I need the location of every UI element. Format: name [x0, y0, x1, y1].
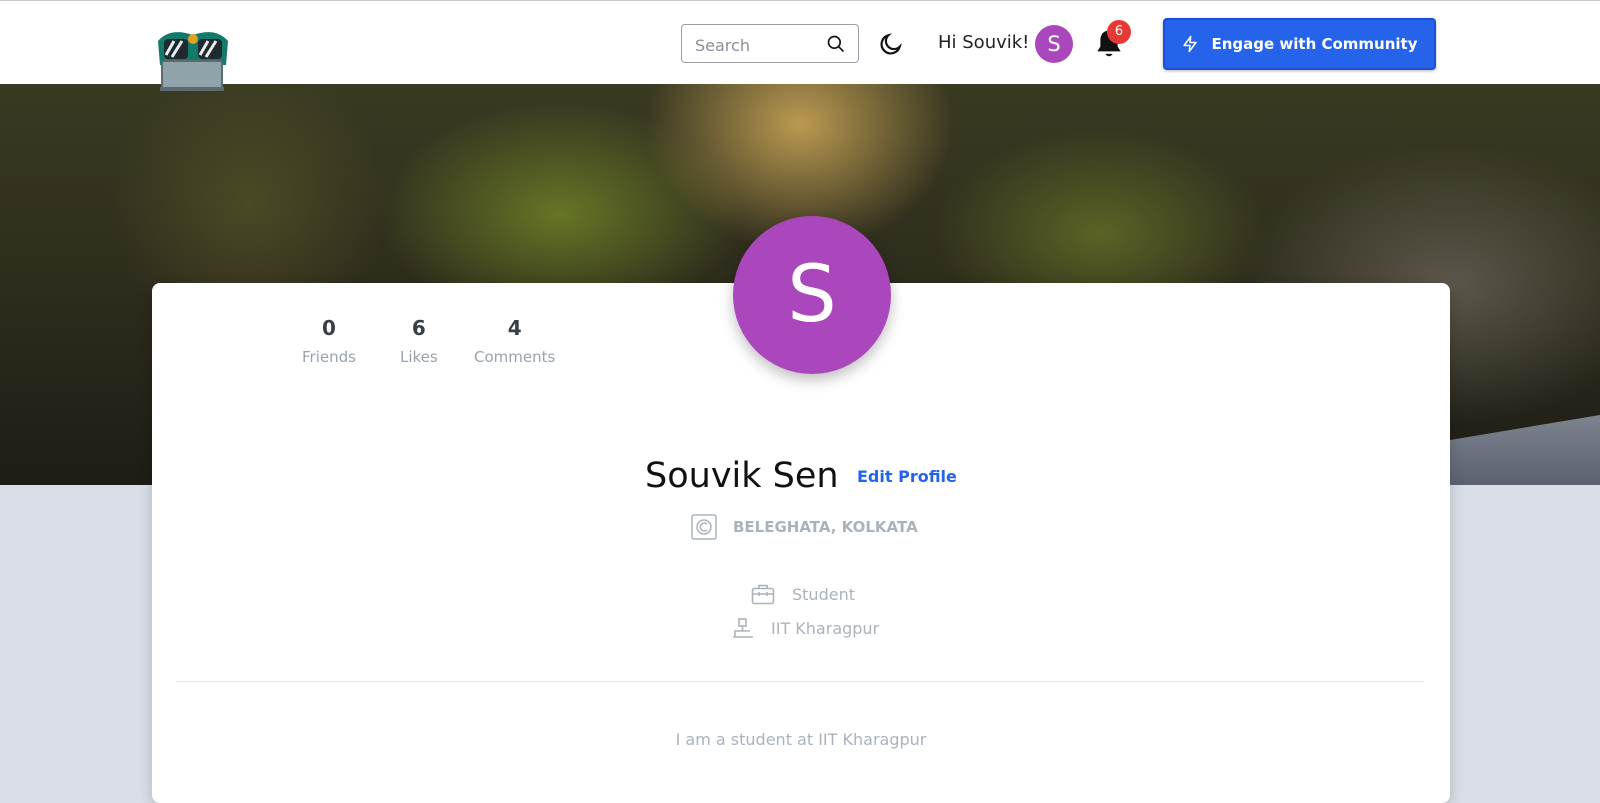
stat-label: Friends [302, 348, 356, 366]
stat-label: Likes [400, 348, 438, 366]
moon-icon[interactable] [878, 31, 904, 57]
logo-icon[interactable] [150, 25, 236, 93]
stat-value: 0 [322, 316, 336, 340]
stat-value: 4 [507, 316, 522, 340]
school-icon [733, 618, 753, 638]
search-icon[interactable] [826, 34, 846, 54]
stat-value: 6 [411, 316, 426, 340]
stat-comments: 4 Comments [474, 316, 555, 366]
profile-name: Souvik Sen [645, 456, 839, 496]
search-input[interactable] [693, 33, 817, 57]
avatar[interactable]: S [1035, 25, 1073, 63]
edit-profile-link[interactable]: Edit Profile [857, 467, 957, 486]
profile-occupation: Student [792, 585, 855, 604]
profile-location: BELEGHATA, KOLKATA [733, 518, 918, 536]
profile-institution: IIT Kharagpur [771, 619, 880, 638]
stat-likes: 6 Likes [400, 316, 438, 366]
stat-label: Comments [474, 348, 556, 366]
profile-avatar: S [733, 216, 891, 374]
lightning-icon [1183, 35, 1198, 53]
engage-community-button[interactable]: Engage with Community [1163, 18, 1436, 70]
engage-label: Engage with Community [1211, 35, 1418, 53]
profile-bio: I am a student at IIT Kharagpur [675, 730, 927, 749]
top-navbar: Hi Souvik! S 6 Engage with Community [0, 0, 1600, 91]
briefcase-icon [751, 584, 775, 605]
search-box[interactable] [681, 24, 859, 63]
stat-friends: 0 Friends [302, 316, 356, 366]
user-greeting: Hi Souvik! [938, 32, 1030, 53]
divider [176, 681, 1424, 682]
location-icon [691, 514, 717, 540]
notification-badge: 6 [1107, 20, 1131, 44]
